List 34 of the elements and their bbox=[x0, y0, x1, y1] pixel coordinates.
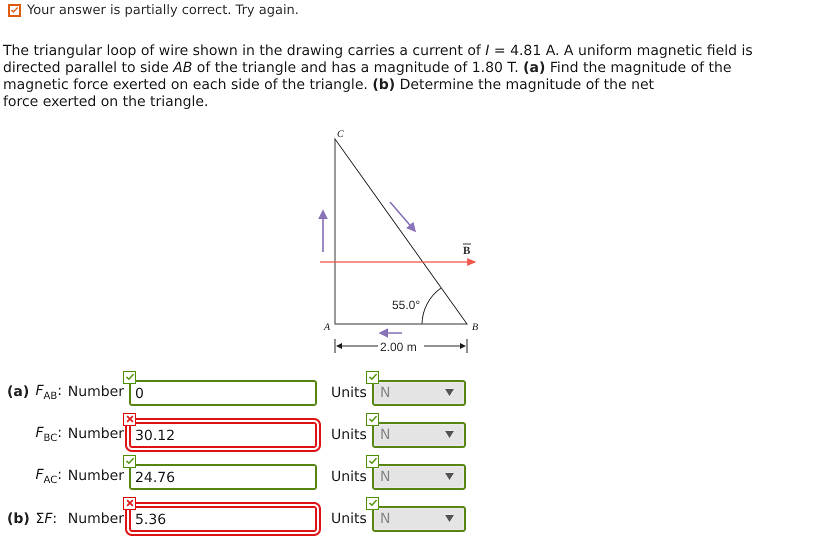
units-label: Units bbox=[331, 426, 367, 442]
angle-arc bbox=[422, 288, 442, 324]
problem-text: force exerted on the triangle. bbox=[3, 94, 210, 111]
number-label: Number bbox=[68, 384, 124, 400]
status-message: Your answer is partially correct. Try again. bbox=[27, 2, 299, 18]
number-field[interactable]: 5.36 bbox=[129, 506, 317, 532]
variable-label: F$_{AB}$: bbox=[35, 383, 63, 402]
field-label: B bbox=[463, 245, 470, 257]
part-label: (b) bbox=[7, 510, 31, 526]
units-label: Units bbox=[331, 510, 367, 526]
number-label: Number bbox=[68, 426, 124, 442]
number-field[interactable]: 24.76 bbox=[129, 464, 317, 490]
caret-icon bbox=[445, 431, 454, 438]
current-arrow bbox=[378, 328, 402, 338]
current-arrow bbox=[318, 209, 328, 252]
number-field[interactable]: 0 bbox=[129, 380, 317, 406]
length-label: 2.00 m bbox=[380, 340, 417, 354]
vertex-label: A bbox=[324, 322, 330, 333]
variable-label: F$_{BC}$: bbox=[35, 425, 63, 444]
part-label: (a) bbox=[7, 384, 30, 400]
units-label: Units bbox=[331, 384, 367, 400]
vertex-label: B bbox=[472, 322, 478, 333]
number-label: Number bbox=[68, 510, 124, 526]
caret-icon bbox=[445, 515, 454, 522]
number-field[interactable]: 30.12 bbox=[129, 422, 317, 448]
caret-icon bbox=[445, 473, 454, 480]
caret-icon bbox=[445, 389, 454, 396]
variable-label: ΣF: bbox=[35, 510, 58, 526]
current-arrow bbox=[389, 201, 416, 232]
vertex-label: C bbox=[337, 129, 344, 140]
units-label: Units bbox=[331, 468, 367, 484]
variable-label: F$_{AC}$: bbox=[35, 467, 63, 486]
number-label: Number bbox=[68, 468, 124, 484]
angle-label: 55.0° bbox=[392, 298, 420, 312]
